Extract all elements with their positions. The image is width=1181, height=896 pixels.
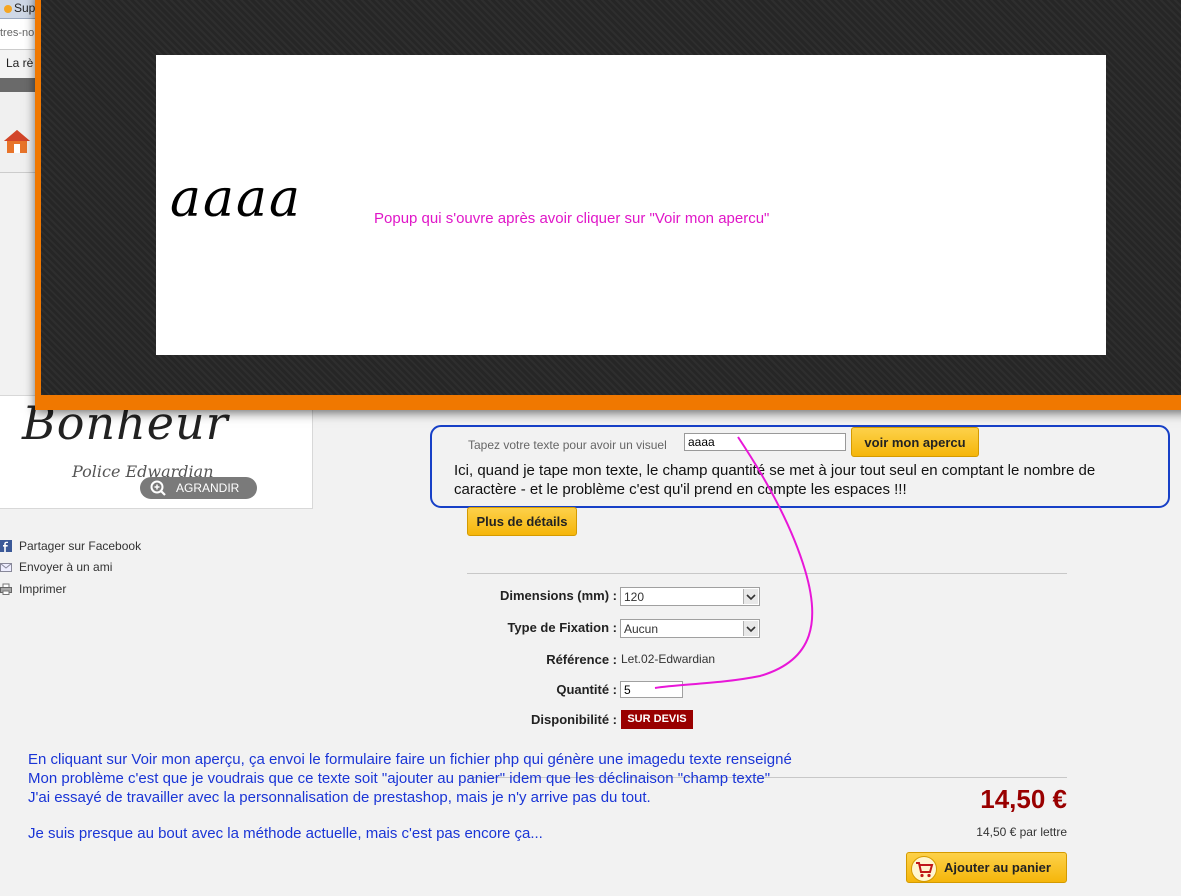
annotation-note: En cliquant sur Voir mon aperçu, ça envo… [28, 751, 792, 768]
preview-button[interactable]: voir mon apercu [851, 427, 979, 457]
custom-text-input[interactable] [684, 433, 846, 451]
dimensions-select[interactable]: 120 [620, 587, 760, 606]
availability-label: Disponibilité : [531, 712, 617, 727]
bookmarks-bar: La rè [0, 50, 40, 79]
zoom-button-label: AGRANDIR [176, 481, 240, 495]
browser-tab[interactable]: Sup [0, 0, 40, 19]
add-to-cart-label: Ajouter au panier [944, 860, 1051, 875]
chevron-down-icon [743, 589, 758, 604]
reference-label: Référence : [546, 652, 617, 667]
dimensions-label: Dimensions (mm) : [499, 588, 617, 603]
home-icon[interactable] [2, 128, 32, 154]
add-to-cart-button[interactable]: Ajouter au panier [906, 852, 1067, 883]
fixation-select[interactable]: Aucun [620, 619, 760, 638]
send-to-friend-label: Envoyer à un ami [19, 560, 113, 574]
site-nav-band [0, 92, 40, 173]
custom-text-label: Tapez votre texte pour avoir un visuel [468, 438, 667, 452]
fixation-value: Aucun [624, 622, 659, 636]
product-image[interactable]: Bonheur Police Edwardian AGRANDIR [0, 395, 313, 509]
preview-image-text: aaaa [170, 169, 303, 229]
preview-popup: aaaa Popup qui s'ouvre après avoir cliqu… [35, 0, 1181, 410]
browser-tab-title: Sup [4, 1, 35, 15]
annotation-note: Mon problème c'est que je voudrais que c… [28, 770, 771, 787]
print-label: Imprimer [19, 582, 67, 596]
envelope-icon [0, 563, 12, 572]
popup-titlebar-fragment [61, 0, 301, 6]
facebook-icon [0, 540, 12, 552]
share-facebook-label: Partager sur Facebook [19, 539, 142, 553]
reference-value: Let.02-Edwardian [621, 652, 716, 666]
annotation-note: Je suis presque au bout avec la méthode … [28, 825, 543, 842]
browser-chrome-fragment: Sup tres-no La rè [0, 0, 40, 190]
availability-badge: SUR DEVIS [621, 710, 693, 729]
printer-icon [0, 583, 12, 595]
quantity-input[interactable] [620, 681, 683, 698]
address-bar[interactable]: tres-no [0, 19, 40, 50]
quantity-label: Quantité : [556, 682, 617, 697]
popup-annotation: Popup qui s'ouvre après avoir cliquer su… [374, 210, 770, 227]
annotation-note: J'ai essayé de travailler avec la person… [28, 789, 651, 806]
custom-text-box: Tapez votre texte pour avoir un visuel v… [430, 425, 1170, 508]
dimensions-value: 120 [624, 590, 645, 604]
address-bar-text: tres-no [0, 27, 35, 39]
attributes-separator [467, 573, 1067, 574]
preview-popup-body: aaaa Popup qui s'ouvre après avoir cliqu… [41, 0, 1181, 395]
preview-image: aaaa Popup qui s'ouvre après avoir cliqu… [156, 55, 1106, 355]
more-details-button[interactable]: Plus de détails [467, 507, 577, 536]
bookmark-item[interactable]: La rè [6, 56, 33, 70]
chevron-down-icon [743, 621, 758, 636]
zoom-in-icon [150, 480, 166, 496]
site-header-band [0, 78, 40, 92]
unit-price: 14,50 € par lettre [976, 825, 1067, 839]
fixation-label: Type de Fixation : [507, 620, 617, 635]
quantity-annotation-text: Ici, quand je tape mon texte, le champ q… [454, 462, 1096, 498]
product-price: 14,50 € [980, 784, 1067, 814]
zoom-button[interactable]: AGRANDIR [140, 477, 257, 499]
cart-icon [911, 856, 937, 882]
